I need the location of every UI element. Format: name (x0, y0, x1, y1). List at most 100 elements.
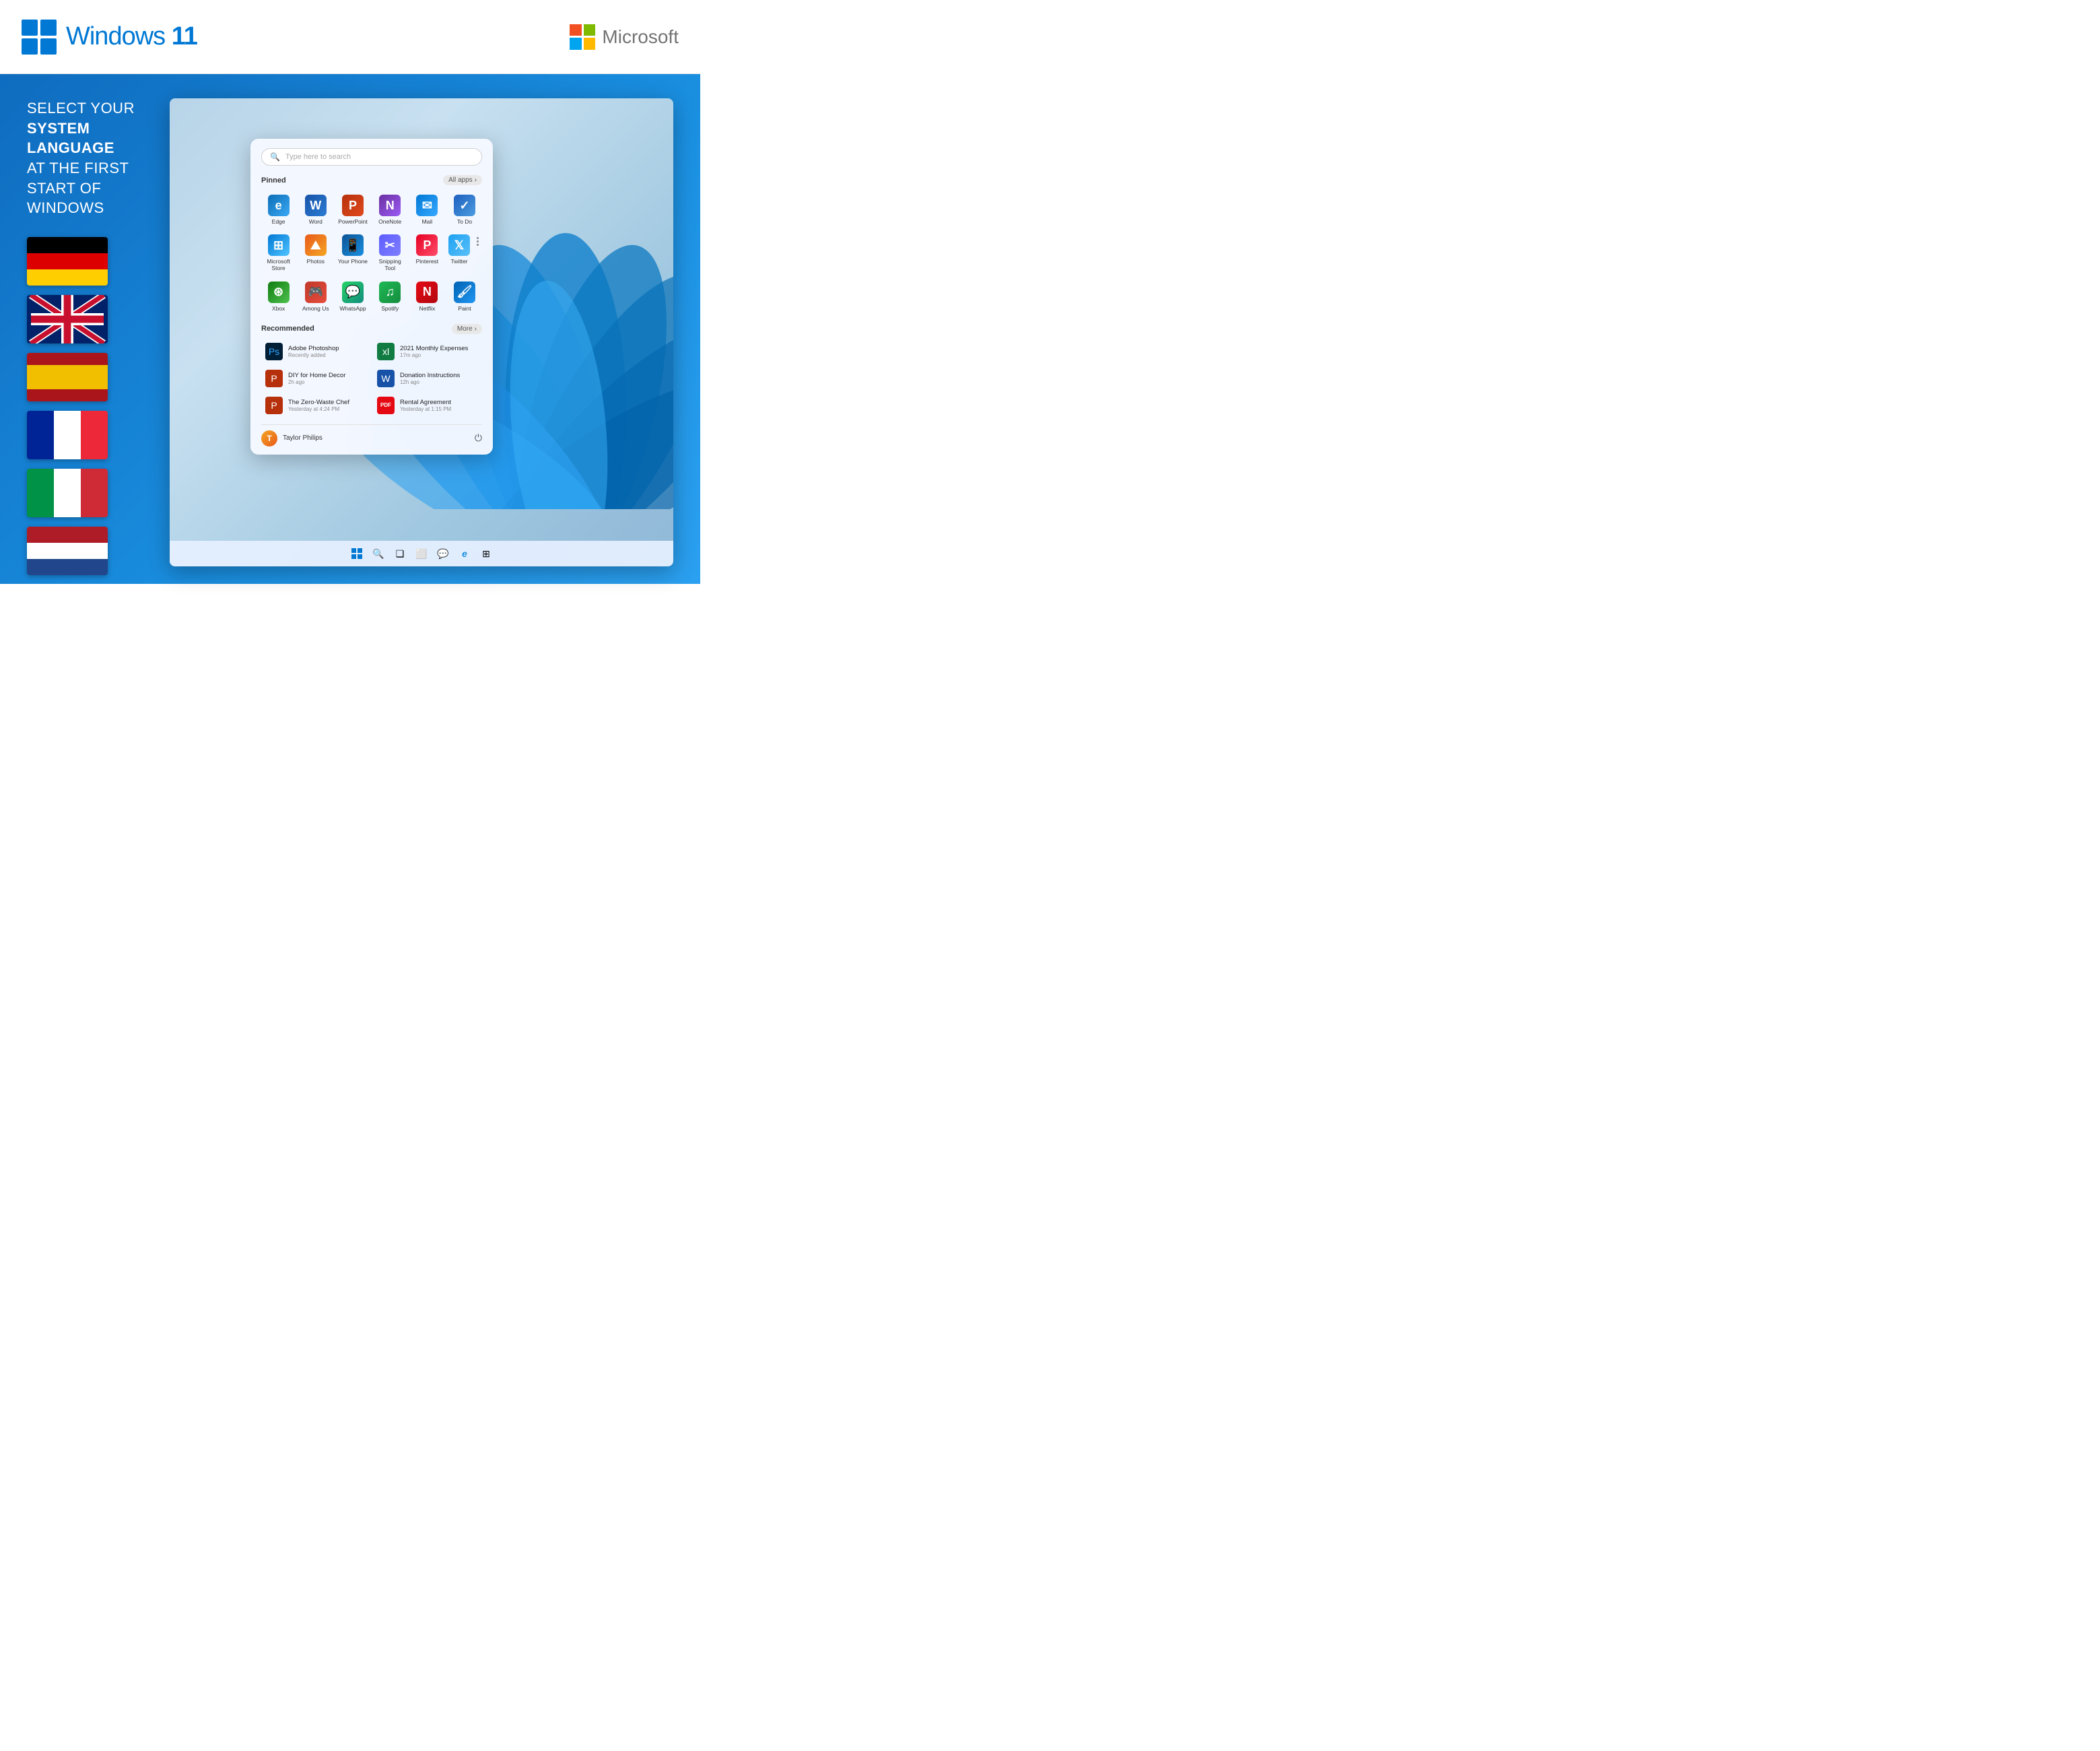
left-panel: SELECT YOUR SYSTEMLANGUAGEAT THE FIRSTST… (27, 98, 148, 564)
app-msstore[interactable]: ⊞ Microsoft Store (261, 232, 296, 274)
user-info: T Taylor Philips (261, 430, 323, 447)
flag-italian[interactable] (27, 469, 108, 517)
powerpoint-icon: P (342, 195, 364, 216)
app-snipping[interactable]: ✂ Snipping Tool (373, 232, 407, 274)
all-apps-button[interactable]: All apps › (443, 175, 482, 185)
onenote-label: OneNote (378, 218, 401, 225)
xbox-label: Xbox (272, 305, 285, 312)
zerowaste-icon: P (265, 397, 283, 414)
rec-expenses[interactable]: xl 2021 Monthly Expenses 17m ago (373, 339, 482, 364)
more-button[interactable]: More › (452, 324, 482, 334)
app-word[interactable]: W Word (298, 192, 333, 228)
recommended-label: Recommended (261, 325, 314, 333)
among-icon: 🎮 (305, 282, 327, 303)
app-mail[interactable]: ✉ Mail (410, 192, 444, 228)
snipping-label: Snipping Tool (374, 258, 406, 271)
more-pinned-icon[interactable] (473, 237, 482, 246)
taskbar-start[interactable] (349, 546, 364, 561)
spotify-icon: ♫ (379, 282, 401, 303)
start-menu: 🔍 Type here to search Pinned All apps › … (250, 139, 493, 455)
rec-zerowaste[interactable]: P The Zero-Waste Chef Yesterday at 4:24 … (261, 393, 370, 418)
taskbar-taskview[interactable]: ❑ (393, 546, 407, 561)
rental-icon: PDF (377, 397, 395, 414)
app-photos[interactable]: ⛰ Photos (298, 232, 333, 274)
app-todo[interactable]: ✓ To Do (447, 192, 482, 228)
xbox-icon: ⊛ (268, 282, 290, 303)
photos-label: Photos (307, 258, 325, 265)
microsoft-logo: Microsoft (570, 24, 679, 50)
taskbar-store[interactable]: ⊞ (479, 546, 494, 561)
win-taskbar: 🔍 ❑ ⬜ 💬 e ⊞ (170, 541, 673, 566)
word-label: Word (309, 218, 323, 225)
recommended-section-header: Recommended More › (261, 324, 482, 334)
flag-spanish[interactable] (27, 353, 108, 401)
windows-grid-icon (22, 20, 57, 55)
taskbar-search[interactable]: 🔍 (371, 546, 386, 561)
spotify-label: Spotify (381, 305, 399, 312)
power-button[interactable]: ⏻ (475, 432, 482, 444)
todo-label: To Do (457, 218, 472, 225)
app-yourphone[interactable]: 📱 Your Phone (335, 232, 370, 274)
twitter-icon: 𝕏 (448, 234, 470, 256)
start-search-bar[interactable]: 🔍 Type here to search (261, 148, 482, 166)
yourphone-label: Your Phone (338, 258, 368, 265)
app-edge[interactable]: e Edge (261, 192, 296, 228)
rec-photoshop[interactable]: Ps Adobe Photoshop Recently added (261, 339, 370, 364)
flag-german[interactable] (27, 237, 108, 286)
search-placeholder: Type here to search (285, 153, 351, 161)
rec-donation[interactable]: W Donation Instructions 12h ago (373, 366, 482, 391)
todo-icon: ✓ (454, 195, 475, 216)
top-header: Windows 11 Microsoft (0, 0, 700, 74)
headline: SELECT YOUR SYSTEMLANGUAGEAT THE FIRSTST… (27, 98, 148, 218)
app-onenote[interactable]: N OneNote (373, 192, 407, 228)
app-paint[interactable]: 🖌 Paint (447, 279, 482, 315)
app-netflix[interactable]: N Netflix (410, 279, 444, 315)
app-powerpoint[interactable]: P PowerPoint (335, 192, 370, 228)
pinned-apps-grid: e Edge W Word P PowerPoint N OneNote (261, 192, 482, 315)
netflix-icon: N (416, 282, 438, 303)
powerpoint-label: PowerPoint (338, 218, 367, 225)
photoshop-icon: Ps (265, 343, 283, 360)
app-twitter[interactable]: 𝕏 Twitter (447, 232, 471, 267)
among-label: Among Us (302, 305, 329, 312)
pinned-section-header: Pinned All apps › (261, 175, 482, 185)
rec-diy[interactable]: P DIY for Home Decor 2h ago (261, 366, 370, 391)
edge-icon: e (268, 195, 290, 216)
app-whatsapp[interactable]: 💬 WhatsApp (335, 279, 370, 315)
flag-dutch[interactable] (27, 527, 108, 575)
app-among[interactable]: 🎮 Among Us (298, 279, 333, 315)
user-avatar: T (261, 430, 277, 447)
diy-icon: P (265, 370, 283, 387)
mail-icon: ✉ (416, 195, 438, 216)
microsoft-brand-label: Microsoft (602, 26, 679, 48)
windows11-title: Windows 11 (66, 22, 197, 51)
mail-label: Mail (422, 218, 433, 225)
snipping-icon: ✂ (379, 234, 401, 256)
photos-icon: ⛰ (305, 234, 327, 256)
flag-uk[interactable] (27, 295, 108, 343)
recommended-grid: Ps Adobe Photoshop Recently added xl 202… (261, 339, 482, 418)
whatsapp-icon: 💬 (342, 282, 364, 303)
app-pinterest[interactable]: P Pinterest (410, 232, 444, 274)
windows11-logo: Windows 11 (22, 20, 197, 55)
expenses-icon: xl (377, 343, 395, 360)
taskbar-edge[interactable]: e (457, 546, 472, 561)
app-spotify[interactable]: ♫ Spotify (373, 279, 407, 315)
paint-icon: 🖌 (454, 282, 475, 303)
windows-screenshot: 🔍 Type here to search Pinned All apps › … (170, 98, 673, 566)
pinterest-label: Pinterest (416, 258, 439, 265)
taskbar-teams[interactable]: 💬 (436, 546, 450, 561)
pinned-label: Pinned (261, 176, 286, 185)
search-icon: 🔍 (270, 152, 280, 162)
rec-rental[interactable]: PDF Rental Agreement Yesterday at 1:15 P… (373, 393, 482, 418)
start-footer: T Taylor Philips ⏻ (261, 424, 482, 447)
microsoft-grid-icon (570, 24, 595, 50)
taskbar-widgets[interactable]: ⬜ (414, 546, 429, 561)
msstore-icon: ⊞ (268, 234, 290, 256)
flag-french[interactable] (27, 411, 108, 459)
whatsapp-label: WhatsApp (339, 305, 366, 312)
msstore-label: Microsoft Store (263, 258, 294, 271)
main-section: SELECT YOUR SYSTEMLANGUAGEAT THE FIRSTST… (0, 74, 700, 584)
app-xbox[interactable]: ⊛ Xbox (261, 279, 296, 315)
pinterest-icon: P (416, 234, 438, 256)
